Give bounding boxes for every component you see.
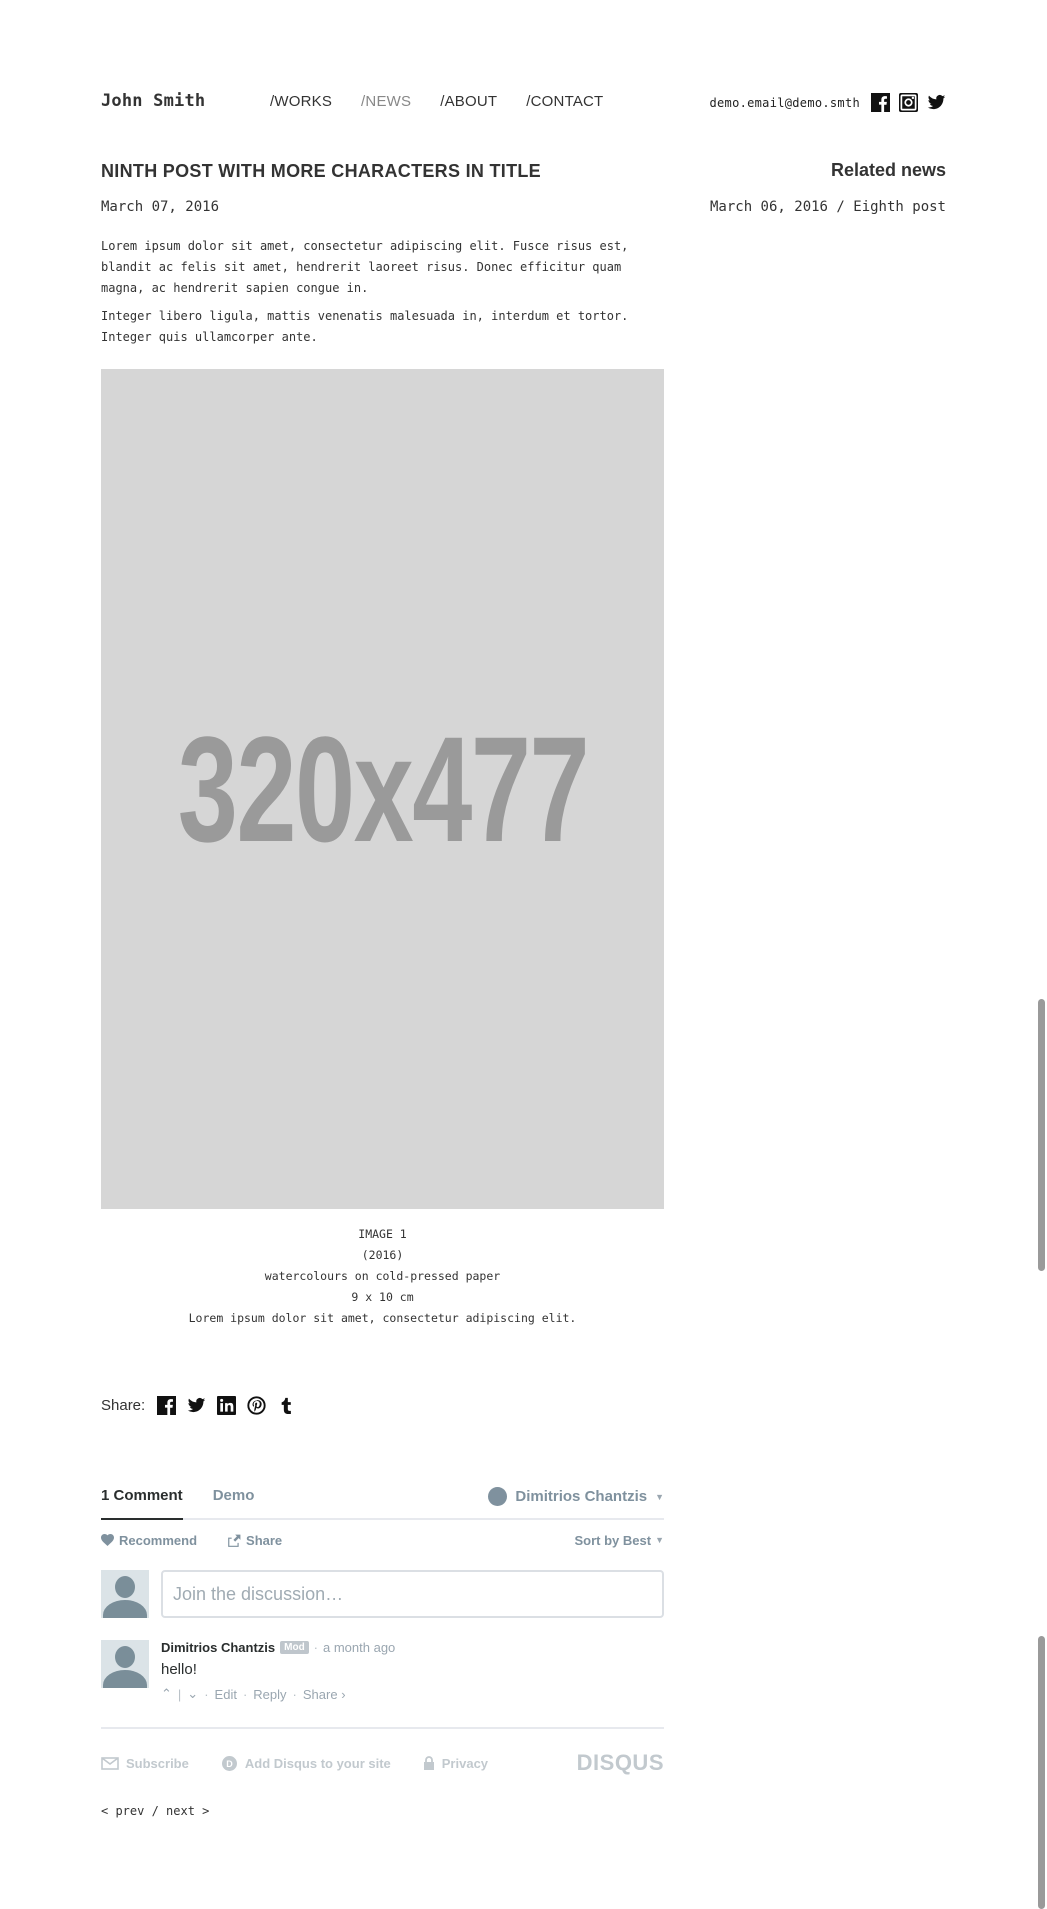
post-image[interactable]: 320x477 — [101, 369, 664, 1209]
post-paragraph: Integer libero ligula, mattis venenatis … — [101, 309, 629, 344]
post-date: March 07, 2016 — [101, 199, 220, 215]
caption-title: IMAGE 1 — [358, 1227, 407, 1241]
disqus-user-name: Dimitrios Chantzis — [515, 1488, 648, 1505]
contact-email[interactable]: demo.email@demo.smth — [710, 96, 861, 110]
chevron-down-icon: ▼ — [655, 1535, 664, 1545]
edit-link[interactable]: Edit — [215, 1687, 237, 1702]
reply-link[interactable]: Reply — [253, 1687, 286, 1702]
comment-share-link[interactable]: Share › — [303, 1687, 346, 1702]
instagram-icon[interactable] — [899, 93, 918, 112]
nav-about[interactable]: /ABOUT — [440, 93, 497, 110]
upvote-icon[interactable]: ⌃ — [161, 1686, 172, 1702]
separator-dot: · — [204, 1686, 209, 1702]
privacy-label: Privacy — [441, 1755, 489, 1771]
comment-time[interactable]: a month ago — [323, 1640, 395, 1655]
related-news-title: Related news — [830, 160, 946, 180]
pinterest-icon[interactable] — [247, 1396, 266, 1415]
caption-size: 9 x 10 cm — [351, 1290, 414, 1304]
site-title[interactable]: John Smith — [101, 91, 205, 111]
share-thread-button[interactable]: Share — [227, 1533, 282, 1548]
pager-separator: / — [144, 1804, 167, 1818]
separator-dot: · — [292, 1686, 297, 1702]
comment-text: hello! — [161, 1661, 197, 1678]
facebook-icon[interactable] — [157, 1396, 177, 1415]
disqus-icon: D — [221, 1755, 237, 1771]
nav-works[interactable]: /WORKS — [270, 93, 332, 110]
tab-comments[interactable]: 1 Comment — [101, 1487, 183, 1520]
disqus-actions: Recommend Share Sort by Best ▼ — [101, 1530, 664, 1550]
caption-description: Lorem ipsum dolor sit amet, consectetur … — [188, 1311, 577, 1325]
scrollbar-thumb[interactable] — [1038, 999, 1045, 1271]
comment-author[interactable]: Dimitrios Chantzis — [161, 1640, 275, 1655]
next-link[interactable]: next > — [166, 1804, 209, 1818]
svg-text:D: D — [226, 1759, 233, 1769]
tumblr-icon[interactable] — [277, 1396, 296, 1415]
facebook-icon[interactable] — [871, 93, 890, 112]
mod-badge: Mod — [280, 1641, 309, 1654]
related-news-link[interactable]: March 06, 2016 / Eighth post — [710, 199, 946, 215]
separator-dot: · — [313, 1640, 319, 1655]
comment-composer: Join the discussion… — [101, 1570, 664, 1618]
share-thread-label: Share — [246, 1532, 283, 1548]
disqus-user-menu[interactable]: Dimitrios Chantzis ▼ — [488, 1487, 664, 1506]
linkedin-icon[interactable] — [217, 1396, 237, 1415]
image-caption: IMAGE 1 (2016) watercolours on cold-pres… — [101, 1224, 664, 1329]
avatar[interactable] — [101, 1640, 149, 1688]
subscribe-link[interactable]: Subscribe — [101, 1756, 189, 1771]
add-disqus-label: Add Disqus to your site — [244, 1755, 391, 1771]
comment-input[interactable]: Join the discussion… — [161, 1570, 664, 1618]
user-avatar-icon — [488, 1487, 508, 1506]
disqus-logo[interactable]: DISQUS — [577, 1750, 664, 1776]
twitter-icon[interactable] — [927, 93, 946, 112]
post-title: NINTH POST WITH MORE CHARACTERS IN TITLE — [101, 161, 541, 181]
twitter-icon[interactable] — [187, 1396, 206, 1415]
comment-actions: ⌃ | ⌄ · Edit · Reply · Share › — [161, 1686, 664, 1702]
post-body: Lorem ipsum dolor sit amet, consectetur … — [101, 236, 666, 355]
nav-contact[interactable]: /CONTACT — [526, 93, 603, 110]
add-disqus-link[interactable]: D Add Disqus to your site — [221, 1755, 391, 1772]
nav-news[interactable]: /NEWS — [361, 93, 411, 110]
scrollbar-thumb[interactable] — [1038, 1636, 1045, 1909]
caption-year: (2016) — [361, 1248, 404, 1262]
share-bar: Share: — [101, 1396, 296, 1415]
caption-medium: watercolours on cold-pressed paper — [264, 1269, 501, 1283]
avatar — [101, 1570, 149, 1618]
recommend-label: Recommend — [119, 1532, 198, 1548]
header-contact: demo.email@demo.smth — [710, 93, 947, 112]
sort-dropdown[interactable]: Sort by Best ▼ — [575, 1533, 665, 1548]
separator-bar: | — [177, 1686, 182, 1702]
separator-dot: · — [242, 1686, 248, 1702]
envelope-icon — [101, 1756, 119, 1770]
disqus-footer: Subscribe D Add Disqus to your site Priv… — [101, 1727, 664, 1793]
heart-icon — [101, 1534, 114, 1546]
chevron-down-icon: ▼ — [655, 1491, 664, 1502]
post-pager: < prev / next > — [101, 1804, 209, 1818]
post-paragraph: Lorem ipsum dolor sit amet, consectetur … — [101, 239, 629, 295]
comment-item: Dimitrios Chantzis Mod · a month ago hel… — [101, 1640, 664, 1702]
recommend-button[interactable]: Recommend — [101, 1533, 197, 1548]
prev-link[interactable]: < prev — [101, 1804, 144, 1818]
image-placeholder-label: 320x477 — [177, 704, 589, 873]
sort-label: Sort by Best — [574, 1532, 652, 1548]
comment-body: Dimitrios Chantzis Mod · a month ago hel… — [161, 1640, 664, 1702]
subscribe-label: Subscribe — [126, 1755, 189, 1771]
disqus-tabs: 1 Comment Demo Dimitrios Chantzis ▼ — [101, 1487, 664, 1520]
comment-meta: Dimitrios Chantzis Mod · a month ago — [161, 1640, 664, 1655]
share-label: Share: — [101, 1397, 146, 1414]
downvote-icon[interactable]: ⌄ — [187, 1686, 198, 1702]
tab-community[interactable]: Demo — [213, 1487, 255, 1504]
lock-icon — [423, 1755, 434, 1770]
main-nav: /WORKS /NEWS /ABOUT /CONTACT — [270, 93, 603, 110]
share-icon — [228, 1534, 241, 1547]
privacy-link[interactable]: Privacy — [423, 1756, 488, 1771]
